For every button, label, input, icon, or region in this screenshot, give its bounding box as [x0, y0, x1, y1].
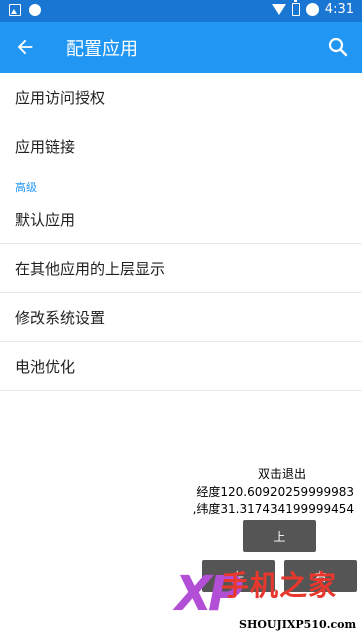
list-item-label: 应用链接 — [15, 138, 76, 156]
list-item-label: 电池优化 — [15, 357, 76, 376]
watermark-site-name: 手机之家 — [221, 569, 338, 602]
list-item-app-access[interactable]: 应用访问授权 — [0, 73, 362, 122]
longitude-readout: 经度120.60920259999983 — [196, 485, 354, 499]
list-item-label: 应用访问授权 — [15, 89, 106, 107]
section-header-advanced: 高级 — [15, 181, 37, 194]
list-item-default-apps[interactable]: 默认应用 — [0, 195, 362, 244]
battery-icon — [291, 0, 300, 16]
list-item-modify-system-settings[interactable]: 修改系统设置 — [0, 293, 362, 342]
page-title: 配置应用 — [66, 39, 138, 60]
search-icon[interactable] — [326, 35, 350, 59]
status-time: 4:31 — [324, 2, 354, 17]
list-item-label: 在其他应用的上层显示 — [15, 259, 166, 278]
list-item-battery-optimization[interactable]: 电池优化 — [0, 342, 362, 391]
latitude-readout: ,纬度31.317434199999454 — [192, 502, 354, 516]
double-click-exit-label[interactable]: 双击退出 — [258, 465, 306, 482]
watermark: XP 手机之家 SHOUJIXP510.com — [175, 556, 362, 640]
settings-list: 应用访问授权 应用链接 高级 默认应用 在其他应用的上层显示 修改系统设置 电池… — [0, 73, 362, 391]
app-toolbar: 配置应用 — [0, 22, 362, 73]
alarm-icon — [305, 3, 319, 16]
list-item-draw-over-apps[interactable]: 在其他应用的上层显示 — [0, 244, 362, 293]
android-icon — [29, 4, 41, 16]
back-arrow-icon[interactable] — [14, 36, 36, 58]
wifi-icon — [271, 4, 286, 15]
watermark-url: SHOUJIXP510.com — [239, 618, 357, 631]
image-icon — [9, 4, 21, 16]
status-bar: 4:31 — [0, 0, 362, 22]
up-button[interactable]: 上 — [243, 520, 316, 552]
list-item-label: 修改系统设置 — [15, 308, 106, 327]
list-item-label: 默认应用 — [15, 210, 76, 229]
list-item-app-links[interactable]: 应用链接 — [0, 122, 362, 171]
